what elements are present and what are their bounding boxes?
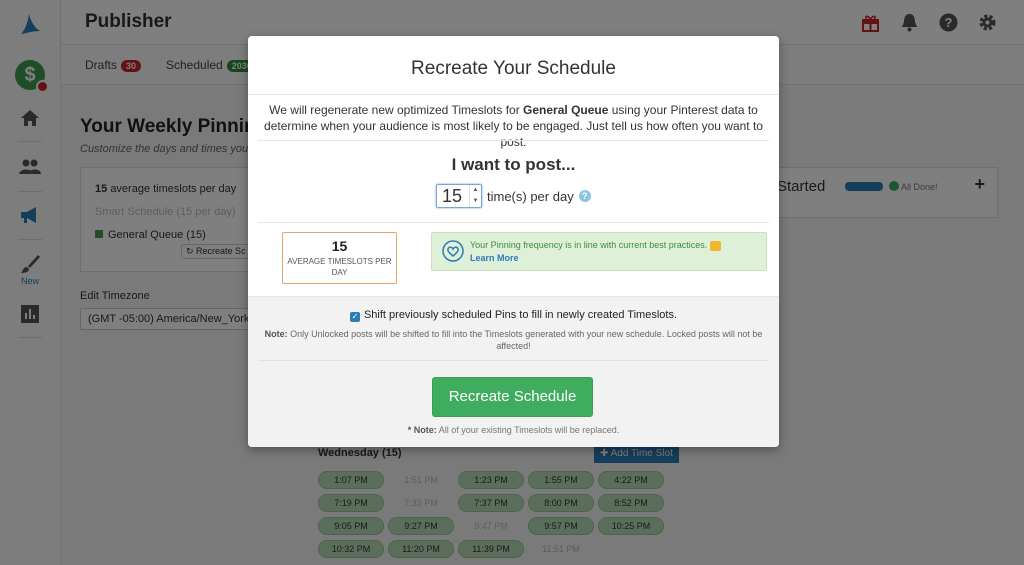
average-timeslots-label: AVERAGE TIMESLOTS PER DAY [287,257,392,277]
best-practice-message: Your Pinning frequency is in line with c… [470,240,722,251]
shift-note-text: Only Unlocked posts will be shifted to f… [287,329,763,351]
replace-warning: * Note: All of your existing Timeslots w… [248,425,779,435]
modal-intro: We will regenerate new optimized Timeslo… [258,102,769,150]
intro-queue-name: General Queue [523,103,609,117]
posts-per-day-input[interactable]: 15 ▲ ▼ [436,184,482,208]
shift-options-section: ✓ Shift previously scheduled Pins to fill… [248,296,779,360]
shift-note: Note: Only Unlocked posts will be shifte… [248,328,779,352]
modal-divider [258,222,769,223]
replace-warning-label: * Note: [407,425,437,435]
spinner-down-icon[interactable]: ▼ [470,196,481,207]
heart-icon [442,240,464,262]
average-timeslots-box: 15 AVERAGE TIMESLOTS PER DAY [282,232,397,284]
shift-pins-option[interactable]: ✓ Shift previously scheduled Pins to fill… [248,309,779,322]
posts-per-day-value: 15 [442,185,463,206]
frequency-row: 15 ▲ ▼ time(s) per day ? [436,184,591,208]
modal-footer: Recreate Schedule * Note: All of your ex… [248,360,779,447]
recreate-schedule-modal: Recreate Your Schedule We will regenerat… [248,36,779,447]
best-practice-alert: Your Pinning frequency is in line with c… [431,232,767,271]
shift-pins-checkbox[interactable]: ✓ [349,312,360,322]
modal-divider [258,140,769,141]
learn-more-link[interactable]: Learn More [470,253,519,263]
shift-note-label: Note: [264,329,288,339]
intro-text-pre: We will regenerate new optimized Timeslo… [269,103,524,117]
modal-title: Recreate Your Schedule [411,58,616,79]
help-circle-icon[interactable]: ? [578,190,591,202]
modal-divider [248,94,779,95]
celebrate-emoji-icon [710,240,722,251]
number-spinner: ▲ ▼ [469,185,481,207]
recreate-schedule-button[interactable]: Recreate Schedule [432,377,593,417]
shift-pins-label: Shift previously scheduled Pins to fill … [363,309,678,321]
best-practice-text: Your Pinning frequency is in line with c… [470,240,708,250]
average-timeslots-value: 15 [331,238,348,254]
spinner-up-icon[interactable]: ▲ [470,185,481,196]
footer-divider [258,360,769,361]
want-to-post-label: I want to post... [451,155,576,174]
replace-warning-text: All of your existing Timeslots will be r… [436,425,620,435]
per-day-unit-label: time(s) per day [487,188,574,204]
